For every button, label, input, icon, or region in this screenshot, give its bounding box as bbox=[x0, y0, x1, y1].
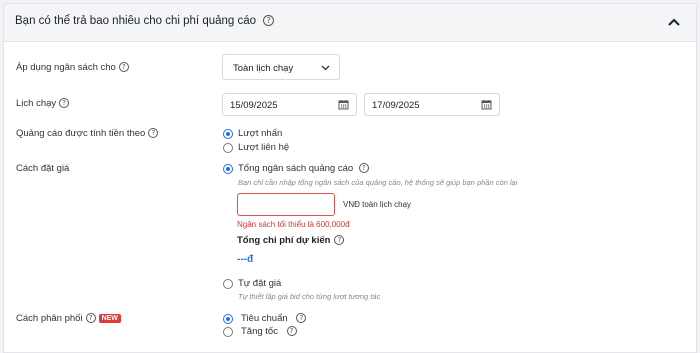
end-date-input[interactable]: 17/09/2025 bbox=[364, 93, 500, 116]
chevron-down-icon bbox=[321, 65, 330, 71]
distribution-option-standard-text: Tiêu chuẩn bbox=[241, 313, 288, 324]
start-date-input[interactable]: 15/09/2025 bbox=[222, 93, 357, 116]
total-budget-hint: Bạn chỉ cần nhập tổng ngân sách của quản… bbox=[238, 178, 518, 187]
schedule-label-text: Lịch chạy bbox=[16, 98, 57, 109]
bidding-option-total-budget-text: Tổng ngân sách quảng cáo bbox=[238, 163, 354, 174]
bidding-label: Cách đặt giá bbox=[16, 163, 69, 174]
start-date-value: 15/09/2025 bbox=[230, 100, 278, 111]
bidding-option-total-budget[interactable]: Tổng ngân sách quảng cáo ? bbox=[238, 163, 369, 174]
budget-unit-label: VNĐ toàn lịch chạy bbox=[343, 200, 412, 209]
help-icon[interactable]: ? bbox=[334, 235, 345, 246]
help-icon[interactable]: ? bbox=[286, 326, 297, 337]
budget-card: Bạn có thể trả bao nhiêu cho chi phí quả… bbox=[3, 3, 697, 353]
bidding-radio-total-budget[interactable] bbox=[223, 164, 233, 174]
help-icon[interactable]: ? bbox=[358, 163, 369, 174]
help-icon[interactable]: ? bbox=[148, 128, 159, 139]
card-header[interactable]: Bạn có thể trả bao nhiêu cho chi phí quả… bbox=[4, 4, 696, 42]
distribution-label: Cách phân phối? NEW bbox=[16, 313, 121, 324]
billing-label: Quảng cáo được tính tiền theo? bbox=[16, 128, 159, 139]
estimated-total-label: Tổng chi phí dự kiến? bbox=[237, 235, 345, 246]
new-badge: NEW bbox=[98, 313, 121, 323]
bidding-radio-manual[interactable] bbox=[223, 279, 233, 289]
distribution-option-accelerated-text: Tăng tốc bbox=[241, 326, 278, 337]
schedule-label: Lịch chạy? bbox=[16, 98, 70, 109]
calendar-icon[interactable] bbox=[338, 99, 349, 110]
estimated-total-label-text: Tổng chi phí dự kiến bbox=[237, 235, 331, 246]
distribution-option-standard[interactable]: Tiêu chuẩn ? bbox=[241, 313, 307, 324]
bidding-label-text: Cách đặt giá bbox=[16, 163, 70, 174]
billing-radio-contacts[interactable] bbox=[223, 143, 233, 153]
distribution-option-accelerated[interactable]: Tăng tốc ? bbox=[241, 326, 297, 337]
help-icon[interactable]: ? bbox=[296, 313, 307, 324]
budget-apply-label: Áp dụng ngân sách cho? bbox=[16, 62, 129, 73]
estimated-total-value: ---đ bbox=[237, 254, 254, 265]
help-icon[interactable]: ? bbox=[85, 313, 96, 324]
budget-apply-select[interactable]: Toàn lịch chạy bbox=[222, 54, 340, 80]
budget-error-message: Ngân sách tối thiểu là 600,000đ bbox=[237, 220, 350, 229]
help-icon[interactable]: ? bbox=[118, 62, 129, 73]
billing-option-contacts[interactable]: Lượt liên hệ bbox=[238, 142, 289, 153]
help-icon[interactable]: ? bbox=[59, 98, 70, 109]
budget-apply-select-value: Toàn lịch chạy bbox=[233, 63, 294, 74]
help-icon[interactable]: ? bbox=[263, 15, 275, 27]
chevron-up-icon[interactable] bbox=[668, 18, 680, 26]
distribution-radio-standard[interactable] bbox=[223, 314, 233, 324]
distribution-radio-accelerated[interactable] bbox=[223, 327, 233, 337]
card-title-text: Bạn có thể trả bao nhiêu cho chi phí quả… bbox=[15, 15, 257, 27]
billing-label-text: Quảng cáo được tính tiền theo bbox=[16, 128, 146, 139]
calendar-icon[interactable] bbox=[481, 99, 492, 110]
budget-amount-input[interactable] bbox=[237, 193, 335, 216]
manual-bid-hint: Tự thiết lập giá bid cho từng lượt tương… bbox=[238, 292, 381, 301]
distribution-label-text: Cách phân phối bbox=[16, 313, 83, 324]
billing-radio-clicks[interactable] bbox=[223, 129, 233, 139]
billing-option-clicks[interactable]: Lượt nhấn bbox=[238, 128, 282, 139]
bidding-option-manual[interactable]: Tự đặt giá bbox=[238, 278, 281, 289]
card-title: Bạn có thể trả bao nhiêu cho chi phí quả… bbox=[15, 15, 275, 27]
budget-apply-label-text: Áp dụng ngân sách cho bbox=[16, 62, 116, 73]
end-date-value: 17/09/2025 bbox=[372, 100, 420, 111]
